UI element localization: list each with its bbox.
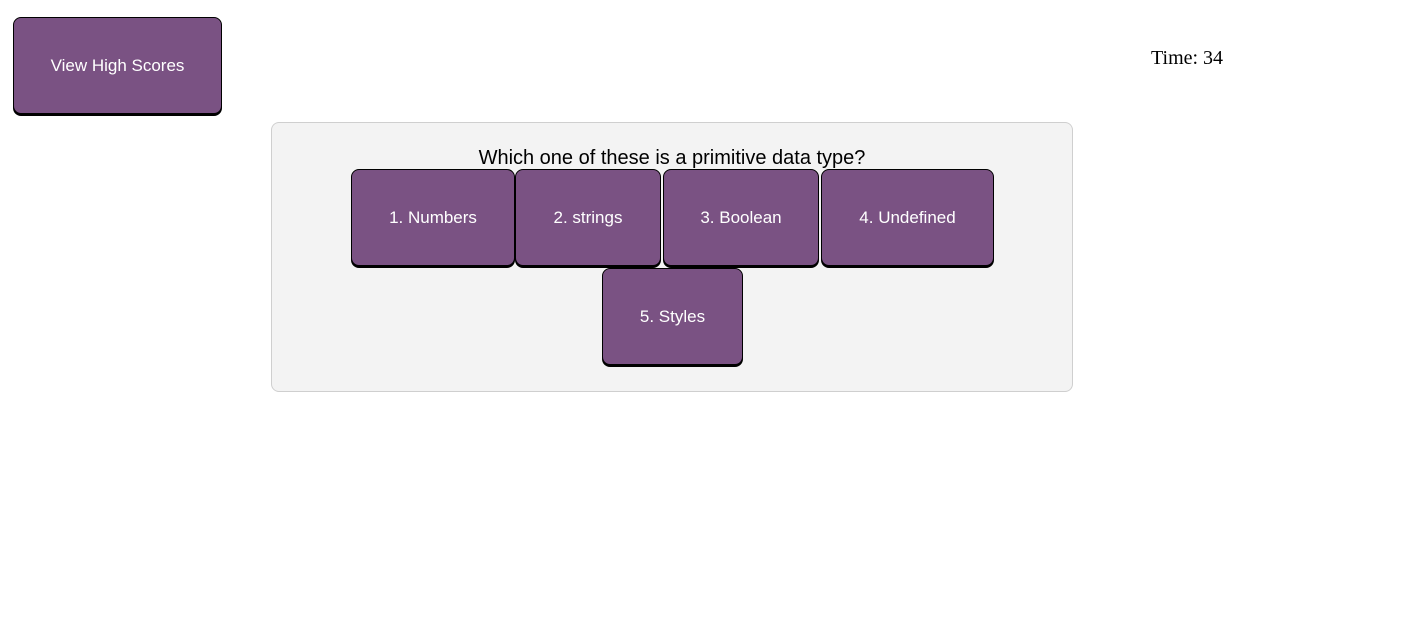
view-high-scores-button[interactable]: View High Scores bbox=[13, 17, 222, 114]
timer-display: Time: 34 bbox=[1151, 47, 1224, 69]
answer-choice-4-button[interactable]: 4. Undefined bbox=[821, 169, 994, 266]
answer-choice-1-button[interactable]: 1. Numbers bbox=[351, 169, 515, 266]
answer-choice-3-button[interactable]: 3. Boolean bbox=[663, 169, 819, 266]
question-text: Which one of these is a primitive data t… bbox=[478, 147, 866, 169]
quiz-card: Which one of these is a primitive data t… bbox=[271, 122, 1073, 392]
answer-choice-2-button[interactable]: 2. strings bbox=[515, 169, 661, 266]
answer-choice-5-button[interactable]: 5. Styles bbox=[602, 268, 743, 365]
